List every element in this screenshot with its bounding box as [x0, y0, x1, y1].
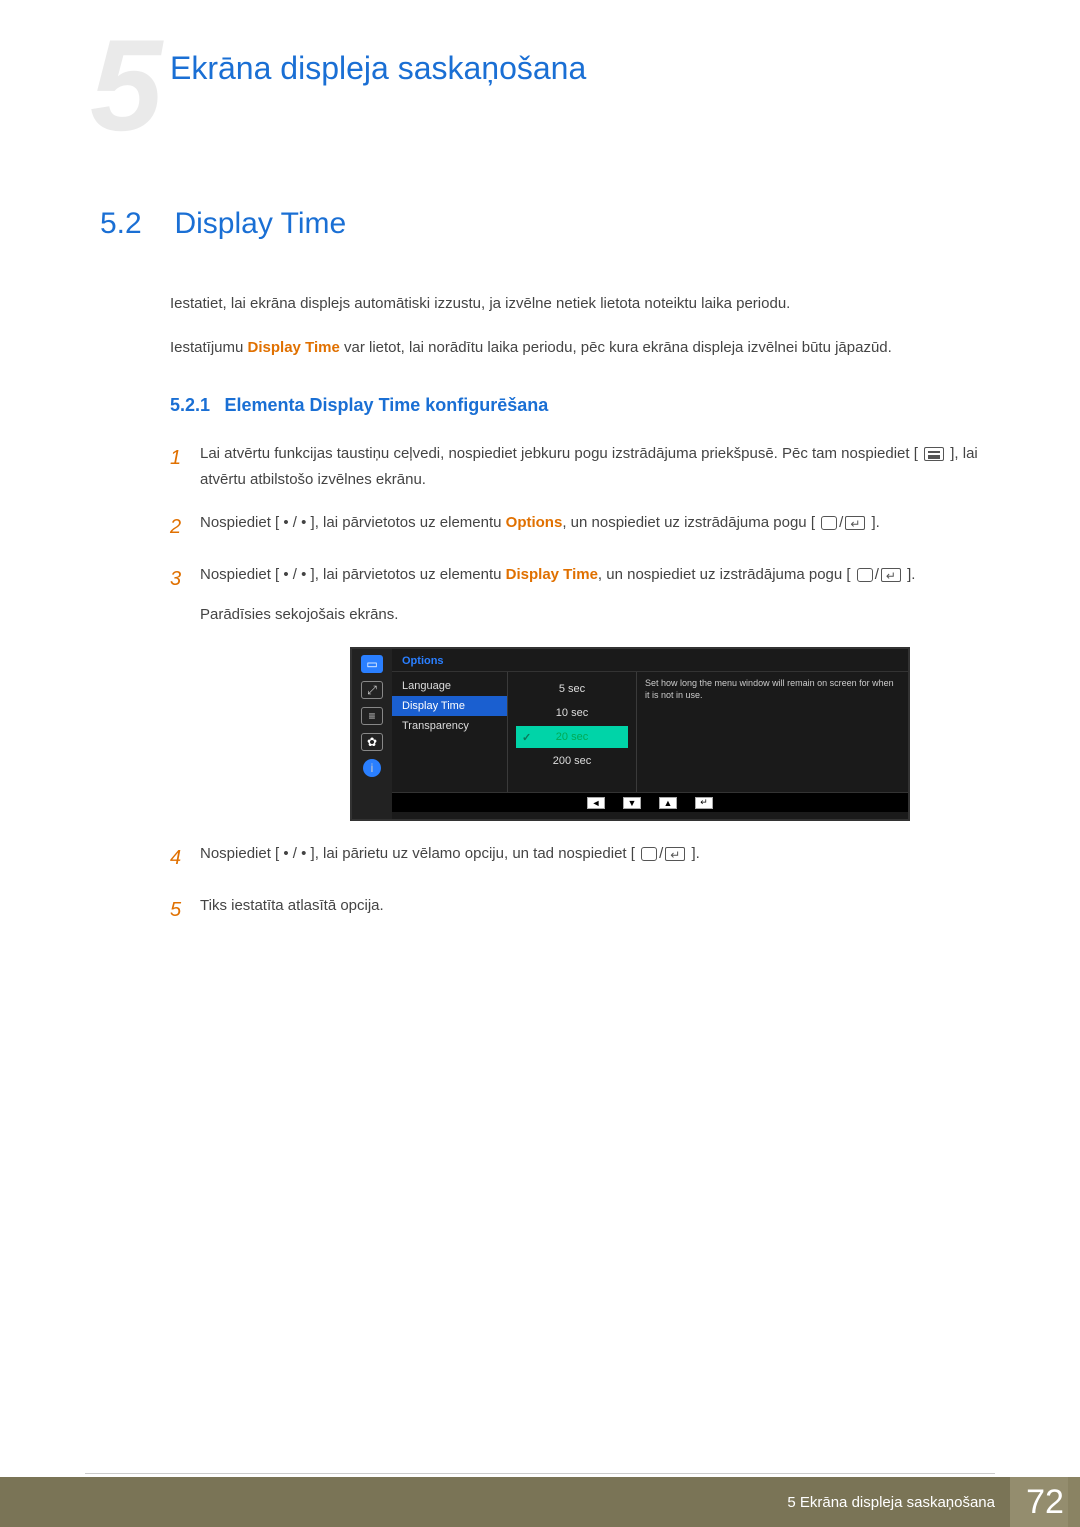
subsection-number: 5.2.1: [170, 395, 210, 415]
step-1: 1 Lai atvērtu funkcijas taustiņu ceļvedi…: [170, 441, 1000, 492]
osd-sidebar: ▭ ⤢ ≡ ✿ i: [352, 649, 392, 819]
footer-side-tab: [1068, 1477, 1080, 1527]
intro-text: Iestatiet, lai ekrāna displejs automātis…: [170, 291, 1000, 360]
resize-icon: ⤢: [361, 681, 383, 699]
menu-item-language: Language: [392, 676, 507, 696]
nav-enter-icon: ↵: [695, 797, 713, 809]
osd-description: Set how long the menu window will remain…: [637, 672, 908, 792]
step-3: 3 Nospiediet [ • / • ], lai pārvietotos …: [170, 562, 1000, 627]
step-2: 2 Nospiediet [ • / • ], lai pārvietotos …: [170, 510, 1000, 544]
ok-return-combo-icon: /: [819, 514, 867, 531]
value-10sec: 10 sec: [516, 702, 628, 724]
value-200sec: 200 sec: [516, 750, 628, 772]
gear-icon: ✿: [361, 733, 383, 751]
chapter-number-bg: 5: [90, 10, 157, 160]
step-3-note: Parādīsies sekojošais ekrāns.: [200, 602, 1000, 628]
section-number: 5.2: [100, 207, 170, 241]
menu-icon: [924, 447, 944, 461]
chapter-title: Ekrāna displeja saskaņošana: [170, 50, 1000, 87]
step-4: 4 Nospiediet [ • / • ], lai pārietu uz v…: [170, 841, 1000, 875]
step-number: 2: [170, 510, 200, 544]
em-display-time: Display Time: [248, 339, 340, 356]
info-icon: i: [363, 759, 381, 777]
ok-icon: [857, 568, 873, 582]
intro-p1: Iestatiet, lai ekrāna displejs automātis…: [170, 291, 1000, 317]
list-icon: ≡: [361, 707, 383, 725]
osd-screenshot: ▭ ⤢ ≡ ✿ i Options Language Display Time …: [350, 647, 910, 821]
ok-return-combo-icon: /: [639, 845, 687, 862]
step-number: 1: [170, 441, 200, 492]
osd-value-list: 5 sec 10 sec 20 sec 200 sec: [507, 672, 637, 792]
return-icon: [881, 568, 901, 582]
footer-text: 5 Ekrāna displeja saskaņošana: [787, 1494, 995, 1511]
nav-up-icon: ▲: [659, 797, 677, 809]
picture-icon: ▭: [361, 655, 383, 673]
em-options: Options: [506, 514, 563, 531]
nav-left-icon: ◄: [587, 797, 605, 809]
ok-icon: [821, 516, 837, 530]
step-number: 5: [170, 893, 200, 927]
value-20sec: 20 sec: [516, 726, 628, 748]
em-display-time: Display Time: [506, 566, 598, 583]
intro-p2: Iestatījumu Display Time var lietot, lai…: [170, 335, 1000, 361]
return-icon: [845, 516, 865, 530]
menu-item-transparency: Transparency: [392, 716, 507, 736]
osd-navbar: ◄ ▼ ▲ ↵: [392, 792, 908, 812]
step-number: 3: [170, 562, 200, 627]
nav-down-icon: ▼: [623, 797, 641, 809]
value-5sec: 5 sec: [516, 678, 628, 700]
step-5: 5 Tiks iestatīta atlasītā opcija.: [170, 893, 1000, 927]
section-title: Display Time: [174, 207, 346, 241]
step-number: 4: [170, 841, 200, 875]
subsection-title: Elementa Display Time konfigurēšana: [225, 395, 549, 415]
ok-icon: [641, 847, 657, 861]
page-footer: 5 Ekrāna displeja saskaņošana 72: [0, 1477, 1080, 1527]
menu-item-display-time: Display Time: [392, 696, 507, 716]
footer-divider: [85, 1473, 995, 1474]
return-icon: [665, 847, 685, 861]
osd-header: Options: [392, 649, 908, 672]
ok-return-combo-icon: /: [855, 566, 903, 583]
osd-menu-list: Language Display Time Transparency: [392, 672, 507, 792]
